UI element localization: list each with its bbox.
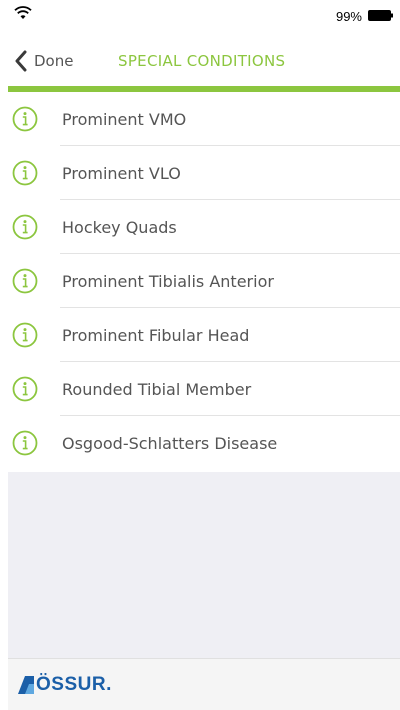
info-icon [12,322,38,348]
list-item-prominent-vmo[interactable]: Prominent VMO [8,92,400,146]
info-icon [12,160,38,186]
battery-percent: 99% [335,9,362,24]
wifi-icon [14,6,32,19]
list-item-prominent-vlo[interactable]: Prominent VLO [8,146,400,200]
battery-icon [368,10,393,21]
list-item-label: Prominent Tibialis Anterior [62,271,274,291]
chevron-left-icon [15,50,27,72]
status-bar: 99% [8,0,400,34]
app-screen: 99% Done SPECIAL CONDITIONS Prominent VM… [0,0,400,710]
list-item-label: Prominent VMO [62,109,187,129]
list-item-label: Osgood-Schlatters Disease [62,433,278,453]
info-icon [12,376,38,402]
list-item-osgood-schlatters-disease[interactable]: Osgood-Schlatters Disease [8,416,400,470]
page-title: SPECIAL CONDITIONS [118,52,286,70]
footer: ÖSSUR. [8,658,400,710]
conditions-list: Prominent VMO Prominent VLO Hockey Quads [8,92,400,470]
info-icon [12,106,38,132]
ossur-logo: ÖSSUR. [16,674,112,695]
info-icon [12,214,38,240]
empty-background [8,472,400,658]
info-icon [12,430,38,456]
done-button[interactable]: Done [14,47,73,75]
list-item-prominent-fibular-head[interactable]: Prominent Fibular Head [8,308,400,362]
list-item-label: Prominent Fibular Head [62,325,250,345]
list-item-label: Hockey Quads [62,217,177,237]
list-item-rounded-tibial-member[interactable]: Rounded Tibial Member [8,362,400,416]
navigation-bar: Done SPECIAL CONDITIONS [8,34,400,92]
list-item-prominent-tibialis-anterior[interactable]: Prominent Tibialis Anterior [8,254,400,308]
list-item-label: Prominent VLO [62,163,181,183]
done-button-label: Done [34,52,74,70]
list-item-label: Rounded Tibial Member [62,379,252,399]
ossur-logo-mark-icon [18,676,34,694]
info-icon [12,268,38,294]
ossur-logo-text: ÖSSUR. [36,674,112,695]
list-item-hockey-quads[interactable]: Hockey Quads [8,200,400,254]
